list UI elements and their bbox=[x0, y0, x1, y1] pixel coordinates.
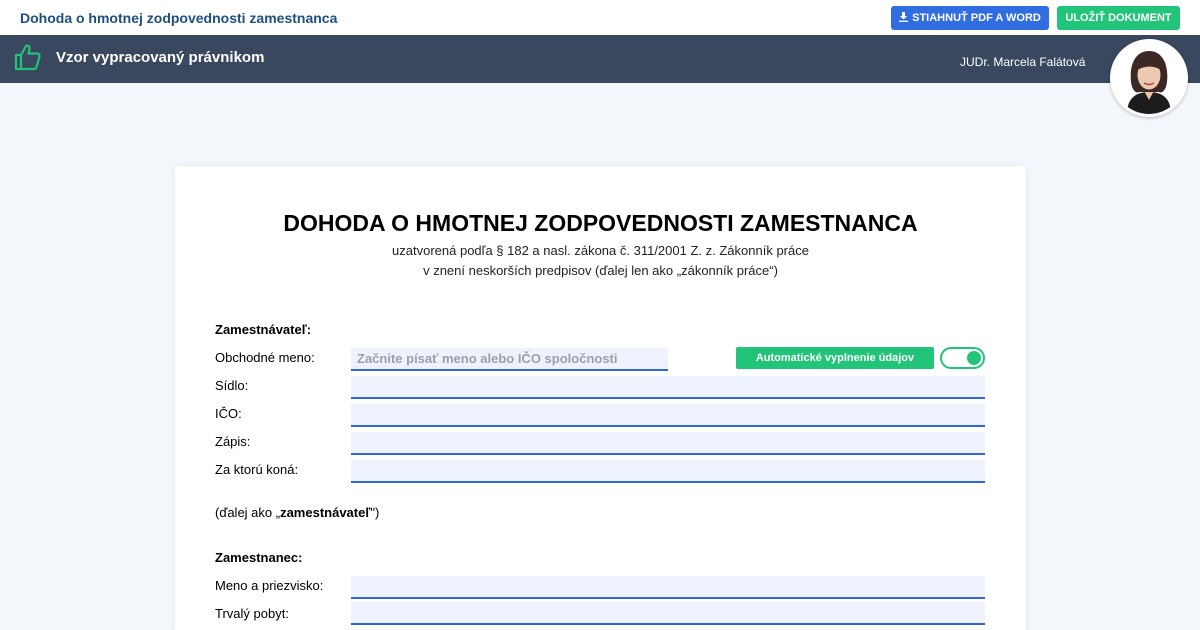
document-paper: DOHODA O HMOTNEJ ZODPOVEDNOSTI ZAMESTNAN… bbox=[175, 166, 1026, 630]
company-name-input[interactable] bbox=[351, 348, 668, 371]
employer-heading: Zamestnávateľ: bbox=[215, 322, 312, 337]
download-icon bbox=[899, 11, 909, 25]
seat-label: Sídlo: bbox=[215, 378, 249, 393]
document-title: DOHODA O HMOTNEJ ZODPOVEDNOSTI ZAMESTNAN… bbox=[283, 210, 918, 236]
acting-label: Za ktorú koná: bbox=[215, 462, 299, 477]
document-subtitle-line2: v znení neskorších predpisov (ďalej len … bbox=[423, 263, 778, 278]
company-name-label: Obchodné meno: bbox=[215, 350, 315, 365]
acting-input[interactable] bbox=[351, 460, 985, 483]
employee-name-label: Meno a priezvisko: bbox=[215, 578, 324, 593]
document-subtitle-line1: uzatvorená podľa § 182 a nasl. zákona č.… bbox=[392, 243, 809, 258]
download-pdf-word-button[interactable]: STIAHNUŤ PDF A WORD bbox=[891, 6, 1049, 30]
registration-input[interactable] bbox=[351, 432, 985, 455]
employee-name-input[interactable] bbox=[351, 576, 985, 599]
alias-suffix: ") bbox=[370, 505, 380, 520]
lawyer-banner: Vzor vypracovaný právnikom JUDr. Marcela… bbox=[0, 35, 1200, 83]
seat-input[interactable] bbox=[351, 376, 985, 399]
alias-prefix: (ďalej ako „ bbox=[215, 505, 281, 520]
save-button-label: ULOŽIŤ DOKUMENT bbox=[1065, 12, 1172, 24]
residence-input[interactable] bbox=[351, 602, 985, 625]
top-bar: Dohoda o hmotnej zodpovednosti zamestnan… bbox=[0, 0, 1200, 35]
auto-fill-label: Automatické vyplnenie údajov bbox=[736, 347, 934, 369]
thumbs-up-icon bbox=[14, 43, 42, 71]
toggle-knob bbox=[967, 351, 981, 365]
document-title-header: Dohoda o hmotnej zodpovednosti zamestnan… bbox=[20, 10, 338, 26]
download-button-label: STIAHNUŤ PDF A WORD bbox=[912, 12, 1041, 24]
author-avatar bbox=[1110, 39, 1188, 117]
employer-alias-note: (ďalej ako „zamestnávateľ") bbox=[215, 505, 379, 520]
ico-label: IČO: bbox=[215, 406, 242, 421]
auto-fill-toggle[interactable] bbox=[940, 347, 985, 369]
registration-label: Zápis: bbox=[215, 434, 251, 449]
banner-text: Vzor vypracovaný právnikom bbox=[56, 49, 265, 66]
ico-input[interactable] bbox=[351, 404, 985, 427]
author-name: JUDr. Marcela Falátová bbox=[960, 55, 1086, 69]
employee-heading: Zamestnanec: bbox=[215, 550, 303, 565]
alias-bold: zamestnávateľ bbox=[280, 505, 371, 520]
save-document-button[interactable]: ULOŽIŤ DOKUMENT bbox=[1057, 6, 1180, 30]
residence-label: Trvalý pobyt: bbox=[215, 606, 289, 621]
